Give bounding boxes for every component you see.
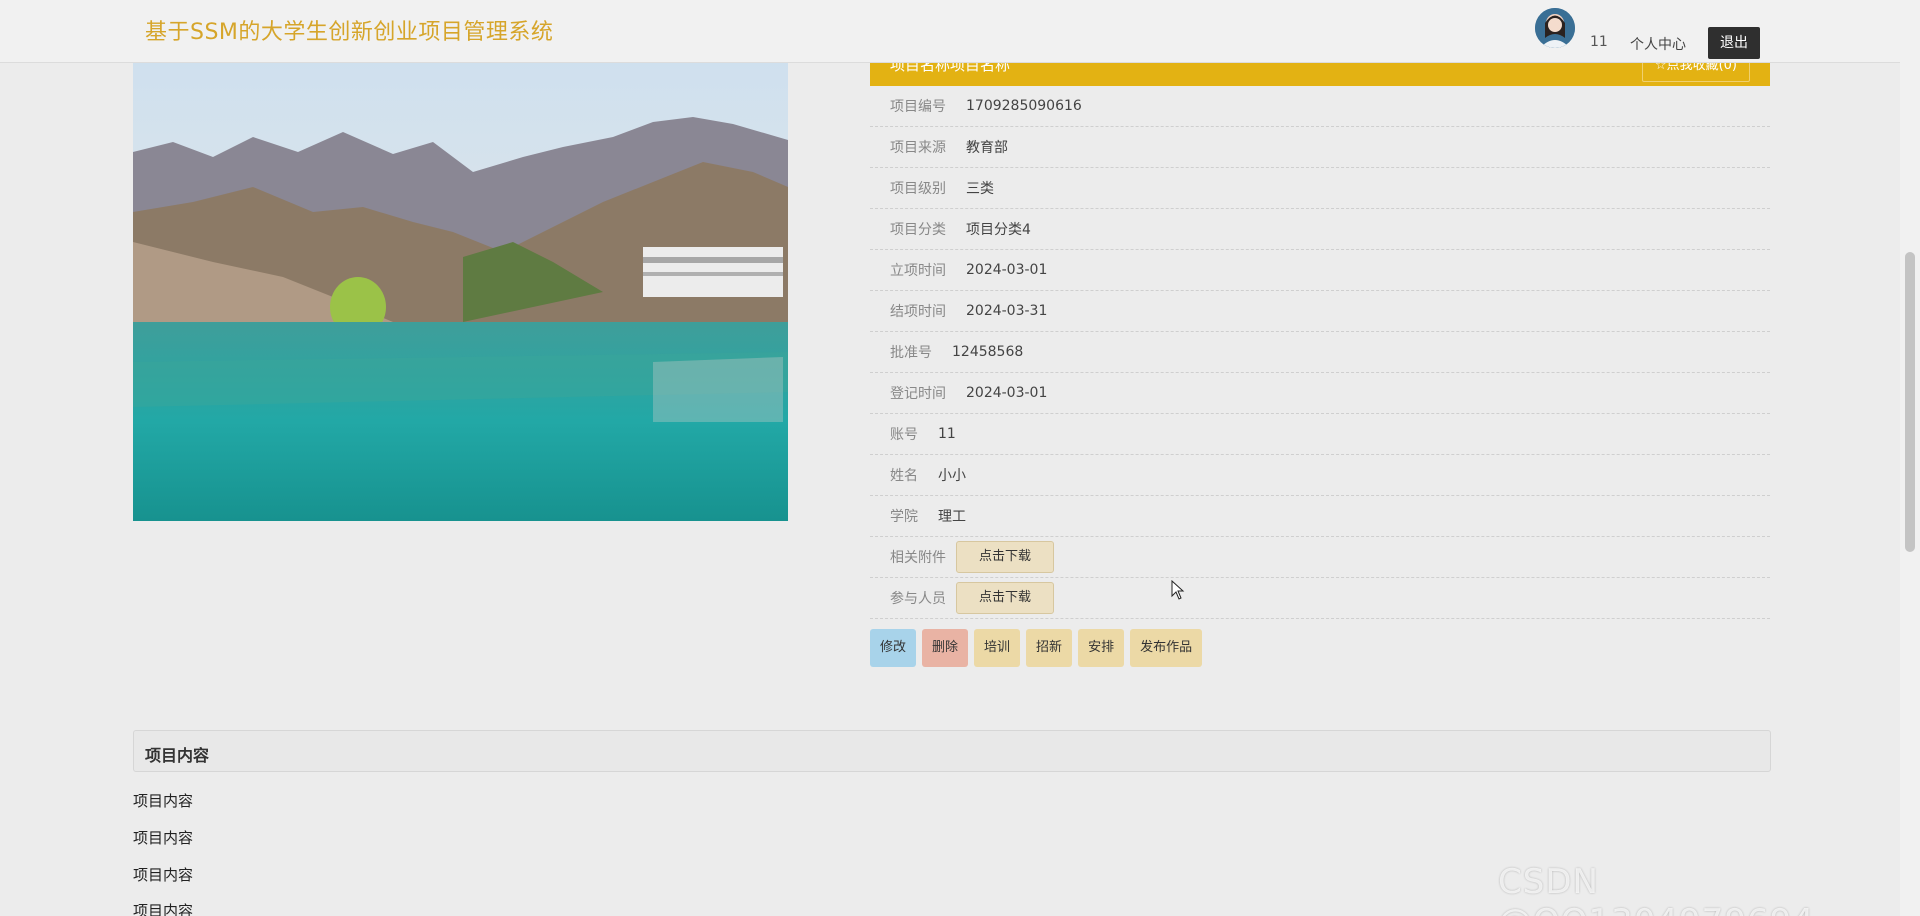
project-title-bar: 项目名称项目名称 ☆点我收藏(0) [870, 62, 1770, 86]
field-value: 12458568 [952, 344, 1024, 360]
recruit-button[interactable]: 招新 [1026, 629, 1073, 667]
username: 11 [1590, 34, 1608, 50]
watermark-text: CSDN @QQ1304979694 [1498, 862, 1814, 916]
content-heading: 项目内容 [145, 746, 210, 765]
logout-button[interactable]: 退出 [1708, 27, 1760, 59]
field-label: 账号 [890, 427, 918, 443]
mouse-cursor-icon [1171, 579, 1185, 604]
field-row: 账号 11 [870, 414, 1770, 455]
download-members-button[interactable]: 点击下载 [956, 582, 1054, 614]
content-line: 项目内容 [133, 902, 194, 916]
field-label: 姓名 [890, 468, 918, 484]
field-row: 项目编号 1709285090616 [870, 86, 1770, 127]
action-bar: 修改 删除 培训 招新 安排 发布作品 [870, 629, 1770, 667]
field-value: 理工 [938, 509, 966, 525]
page: 基于SSM的大学生创新创业项目管理系统 11 个人中心 退出 项目名称项目名称 … [0, 0, 1920, 916]
avatar[interactable] [1535, 8, 1575, 48]
train-button[interactable]: 培训 [974, 629, 1021, 667]
top-header: 基于SSM的大学生创新创业项目管理系统 11 个人中心 退出 [0, 0, 1900, 63]
field-value: 2024-03-01 [966, 262, 1048, 278]
field-row: 学院 理工 [870, 496, 1770, 537]
field-row: 姓名 小小 [870, 455, 1770, 496]
attachment-row: 参与人员 点击下载 [870, 578, 1770, 619]
field-row: 批准号 12458568 [870, 332, 1770, 373]
field-row: 结项时间 2024-03-31 [870, 291, 1770, 332]
field-label: 项目编号 [890, 99, 946, 115]
field-row: 项目来源 教育部 [870, 127, 1770, 168]
attachment-label: 相关附件 [890, 550, 946, 566]
field-value: 2024-03-31 [966, 303, 1048, 319]
field-row: 登记时间 2024-03-01 [870, 373, 1770, 414]
field-label: 项目级别 [890, 181, 946, 197]
content-line: 项目内容 [133, 829, 194, 847]
field-label: 立项时间 [890, 263, 946, 279]
scrollbar-thumb[interactable] [1905, 252, 1915, 552]
delete-button[interactable]: 删除 [922, 629, 969, 667]
field-value: 11 [938, 426, 956, 442]
content-section-header: 项目内容 [133, 730, 1771, 772]
field-row: 项目级别 三类 [870, 168, 1770, 209]
field-row: 项目分类 项目分类4 [870, 209, 1770, 250]
publish-work-button[interactable]: 发布作品 [1130, 629, 1203, 667]
field-value: 教育部 [966, 140, 1008, 156]
field-label: 项目分类 [890, 222, 946, 238]
attachment-row: 相关附件 点击下载 [870, 537, 1770, 578]
personal-center-link[interactable]: 个人中心 [1630, 34, 1686, 54]
edit-button[interactable]: 修改 [870, 629, 917, 667]
download-attachment-button[interactable]: 点击下载 [956, 541, 1054, 573]
field-label: 项目来源 [890, 140, 946, 156]
attachment-label: 参与人员 [890, 591, 946, 607]
avatar-image [1535, 8, 1575, 48]
field-value: 2024-03-01 [966, 385, 1048, 401]
landscape-image [133, 62, 788, 521]
vertical-scrollbar[interactable] [1900, 0, 1920, 916]
favorite-button[interactable]: ☆点我收藏(0) [1641, 62, 1750, 82]
field-value: 项目分类4 [966, 222, 1031, 238]
field-label: 批准号 [890, 345, 932, 361]
arrange-button[interactable]: 安排 [1078, 629, 1125, 667]
field-value: 1709285090616 [966, 98, 1082, 114]
project-info-panel: 项目名称项目名称 ☆点我收藏(0) 项目编号 1709285090616 项目来… [870, 62, 1770, 667]
project-title: 项目名称项目名称 [890, 62, 1011, 74]
content-line: 项目内容 [133, 792, 194, 810]
content-line: 项目内容 [133, 866, 194, 884]
field-row: 立项时间 2024-03-01 [870, 250, 1770, 291]
field-value: 三类 [966, 181, 994, 197]
field-label: 结项时间 [890, 304, 946, 320]
field-label: 登记时间 [890, 386, 946, 402]
field-label: 学院 [890, 509, 918, 525]
site-title[interactable]: 基于SSM的大学生创新创业项目管理系统 [145, 14, 553, 46]
field-value: 小小 [938, 468, 966, 484]
project-image [133, 62, 788, 521]
